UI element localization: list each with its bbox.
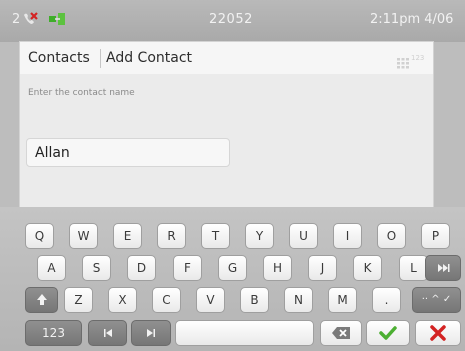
key-f[interactable]: F — [173, 255, 202, 281]
key-k[interactable]: K — [353, 255, 382, 281]
accept-key[interactable] — [366, 320, 410, 346]
tab-divider — [100, 49, 101, 68]
key-p[interactable]: P — [421, 223, 450, 249]
network-icon — [48, 11, 66, 27]
key-u[interactable]: U — [289, 223, 318, 249]
key-j[interactable]: J — [308, 255, 337, 281]
next-field-key[interactable] — [425, 255, 461, 281]
key-q[interactable]: Q — [25, 223, 54, 249]
key-d[interactable]: D — [127, 255, 156, 281]
shift-key[interactable] — [25, 287, 58, 313]
key-g[interactable]: G — [218, 255, 247, 281]
status-bar: 2 22052 2:11pm 4/06 — [0, 0, 465, 42]
key-period[interactable]: . — [372, 287, 401, 313]
key-m[interactable]: M — [328, 287, 357, 313]
key-t[interactable]: T — [201, 223, 230, 249]
contact-panel: Contacts Add Contact 123 Enter the conta… — [19, 41, 434, 208]
cancel-key[interactable] — [415, 320, 461, 346]
grid-icon[interactable] — [397, 54, 409, 69]
missed-call-icon[interactable] — [22, 11, 38, 27]
backspace-key[interactable] — [320, 320, 362, 346]
key-v[interactable]: V — [196, 287, 225, 313]
key-o[interactable]: O — [377, 223, 406, 249]
key-c[interactable]: C — [152, 287, 181, 313]
symbols-key[interactable]: ·· ^ ✓ — [412, 287, 461, 313]
tab-contacts[interactable]: Contacts — [28, 50, 90, 66]
space-key[interactable] — [175, 320, 314, 346]
grid-label: 123 — [411, 54, 425, 62]
numbers-key[interactable]: 123 — [25, 320, 82, 346]
tab-add-contact[interactable]: Add Contact — [106, 50, 192, 66]
contact-name-input[interactable]: Allan — [26, 138, 230, 167]
key-w[interactable]: W — [69, 223, 98, 249]
extension-number: 22052 — [209, 12, 253, 27]
cursor-left-key[interactable] — [88, 320, 127, 346]
name-prompt: Enter the contact name — [28, 88, 135, 98]
key-a[interactable]: A — [37, 255, 66, 281]
onscreen-keyboard: QWERTYUIOP ASDFGHJKL ZXCVBNM. ·· ^ ✓ 123 — [0, 207, 465, 351]
key-y[interactable]: Y — [245, 223, 274, 249]
key-l[interactable]: L — [399, 255, 428, 281]
key-s[interactable]: S — [82, 255, 111, 281]
cursor-right-key[interactable] — [131, 320, 171, 346]
key-x[interactable]: X — [108, 287, 137, 313]
key-i[interactable]: I — [333, 223, 362, 249]
time-date: 2:11pm 4/06 — [370, 12, 454, 27]
tab-bar: Contacts Add Contact 123 — [20, 42, 433, 74]
missed-call-count: 2 — [12, 12, 21, 27]
key-e[interactable]: E — [113, 223, 142, 249]
key-h[interactable]: H — [263, 255, 292, 281]
key-b[interactable]: B — [240, 287, 269, 313]
key-n[interactable]: N — [284, 287, 313, 313]
key-r[interactable]: R — [157, 223, 186, 249]
key-z[interactable]: Z — [64, 287, 93, 313]
